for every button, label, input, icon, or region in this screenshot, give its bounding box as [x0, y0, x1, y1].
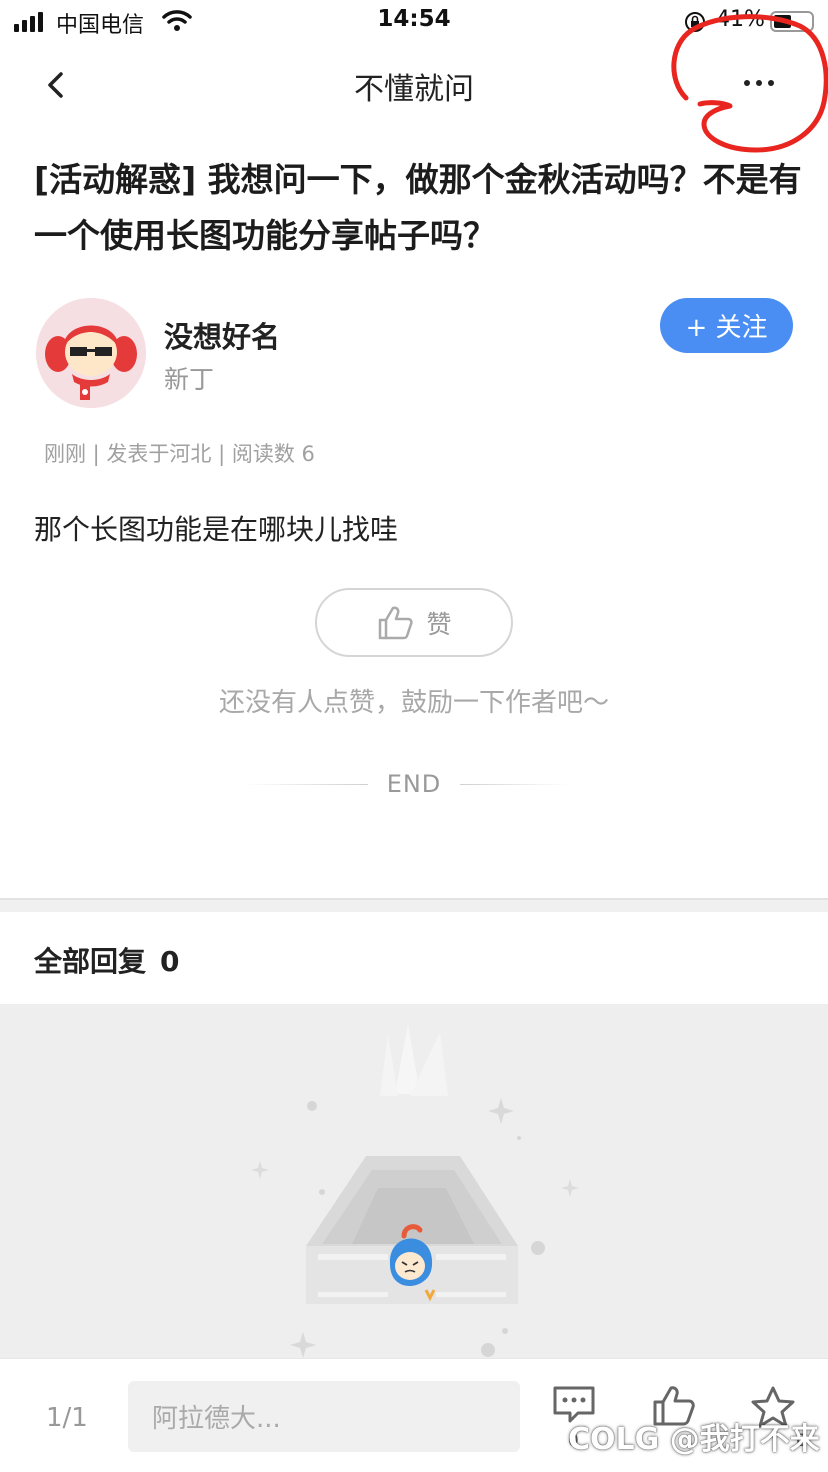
status-bar: 中国电信 14:54 41%: [0, 0, 828, 44]
thumbs-up-icon: [379, 606, 414, 639]
post-body: 那个长图功能是在哪块儿找哇: [34, 513, 399, 546]
battery-percent: 41%: [716, 7, 765, 32]
section-divider: [0, 898, 828, 912]
avatar-image: [36, 298, 146, 408]
replies-count: 0: [160, 945, 180, 978]
like-hint: 还没有人点赞，鼓励一下作者吧～: [218, 688, 609, 718]
more-dot-icon: [744, 80, 750, 86]
end-label: END: [386, 770, 442, 798]
reply-input[interactable]: 阿拉德大...: [128, 1381, 520, 1452]
post-title: [活动解惑] 我想问一下，做那个金秋活动吗？不是有一个使用长图功能分享帖子吗？: [34, 160, 802, 255]
page-indicator[interactable]: 1/1: [46, 1403, 88, 1433]
more-options-button[interactable]: [736, 70, 782, 96]
author-name[interactable]: 没想好名: [164, 314, 280, 356]
replies-header: 全部回复 0: [34, 940, 180, 980]
more-dot-icon: [768, 80, 774, 86]
nav-bar: 不懂就问: [0, 44, 828, 128]
avatar[interactable]: [36, 298, 146, 408]
battery-icon: [770, 11, 814, 32]
empty-replies-area: [0, 1004, 828, 1358]
empty-box-illustration: [251, 1024, 579, 1358]
orientation-lock-icon: [685, 12, 705, 32]
like-label: 赞: [426, 609, 452, 639]
like-button[interactable]: 赞: [315, 588, 513, 657]
end-divider-right: [460, 784, 570, 785]
post-meta: 刚刚 | 发表于河北 | 阅读数 6: [44, 442, 315, 466]
page-title: 不懂就问: [354, 72, 474, 107]
author-rank: 新丁: [164, 365, 215, 394]
watermark: COLG @我打不来: [568, 1422, 820, 1457]
follow-button[interactable]: + 关注: [660, 298, 793, 353]
replies-title: 全部回复: [34, 945, 147, 978]
more-dot-icon: [756, 80, 762, 86]
